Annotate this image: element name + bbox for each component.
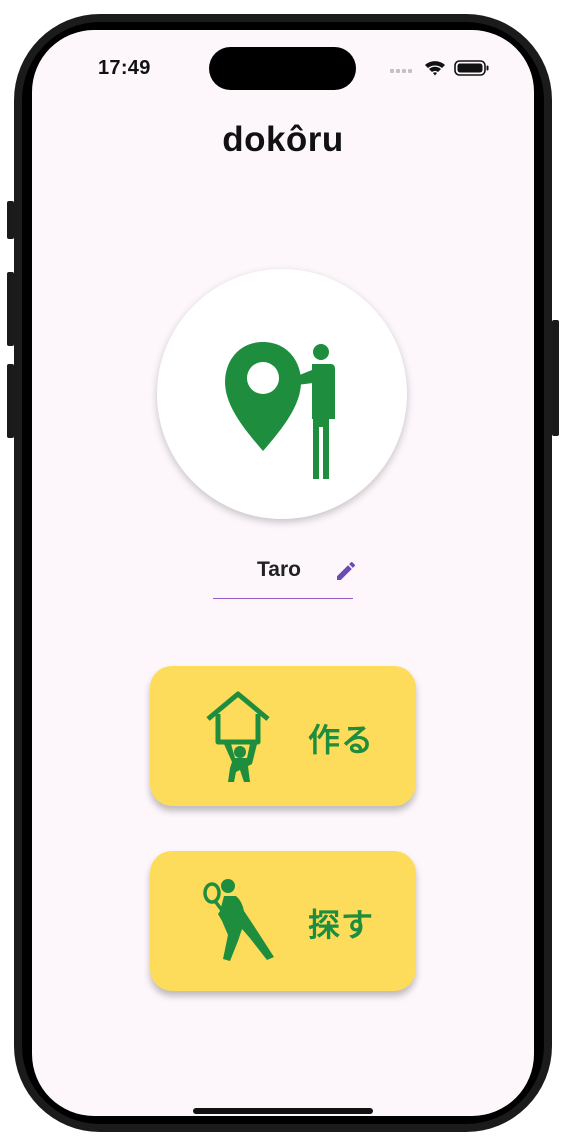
wifi-icon (425, 61, 445, 76)
search-button[interactable]: 探す (150, 851, 416, 991)
volume-down-button (7, 364, 14, 438)
create-button-label: 作る (308, 722, 375, 758)
person-lifting-house-icon (206, 691, 270, 782)
username-text: Taro (257, 558, 301, 581)
cellular-signal-icon (390, 69, 412, 73)
name-field[interactable]: Taro (213, 550, 356, 599)
pencil-icon[interactable] (334, 559, 358, 583)
create-button[interactable]: 作る (150, 666, 416, 806)
dynamic-island (209, 47, 356, 90)
power-button (552, 320, 559, 436)
logo-avatar (157, 269, 407, 519)
status-time: 17:49 (98, 57, 151, 79)
battery-icon (454, 60, 489, 76)
map-pin-person-icon (225, 342, 335, 479)
person-searching-magnifier-icon (203, 879, 274, 961)
volume-up-button (7, 272, 14, 346)
app-screen: 17:49 dokôru Taro 作る 探す (32, 30, 534, 1116)
search-button-label: 探す (308, 907, 375, 943)
home-indicator[interactable] (193, 1108, 373, 1114)
action-button (7, 201, 14, 239)
status-icons (390, 60, 489, 76)
app-title: dokôru (222, 120, 344, 159)
